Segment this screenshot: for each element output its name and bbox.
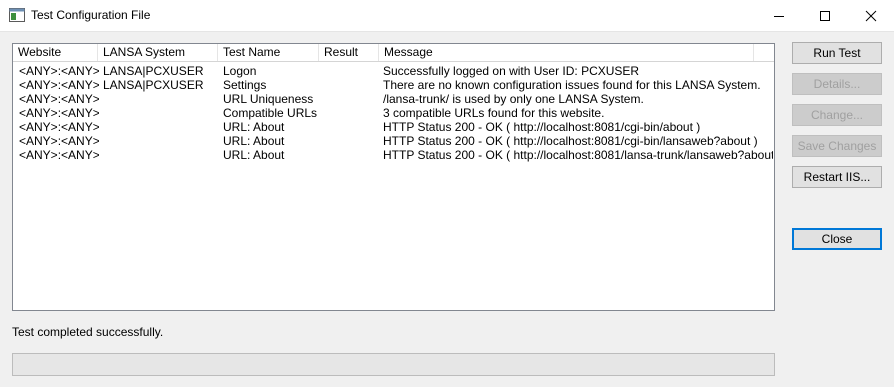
- save-changes-button[interactable]: Save Changes: [792, 135, 882, 157]
- cell-website: <ANY>:<ANY>: [19, 92, 99, 106]
- close-icon: [865, 10, 877, 22]
- cell-message: HTTP Status 200 - OK ( http://localhost:…: [383, 148, 773, 162]
- close-button[interactable]: Close: [792, 228, 882, 250]
- cell-test-name: URL: About: [223, 120, 285, 134]
- restart-iis-button[interactable]: Restart IIS...: [792, 166, 882, 188]
- cell-result: [324, 134, 379, 148]
- table-row[interactable]: <ANY>:<ANY> URL Uniqueness /lansa-trunk/…: [13, 92, 774, 106]
- table-row[interactable]: <ANY>:<ANY> URL: About HTTP Status 200 -…: [13, 120, 774, 134]
- table-row[interactable]: <ANY>:<ANY> LANSA|PCXUSER Logon Successf…: [13, 64, 774, 78]
- cell-message: 3 compatible URLs found for this website…: [383, 106, 605, 120]
- title-bar: Test Configuration File: [0, 0, 894, 32]
- minimize-button[interactable]: [756, 0, 802, 31]
- cell-message: /lansa-trunk/ is used by only one LANSA …: [383, 92, 644, 106]
- list-rows: <ANY>:<ANY> LANSA|PCXUSER Logon Successf…: [13, 64, 774, 162]
- cell-result: [324, 120, 379, 134]
- cell-lansa-system: [103, 148, 218, 162]
- cell-lansa-system: [103, 92, 218, 106]
- list-header: Website LANSA System Test Name Result Me…: [13, 44, 774, 62]
- close-window-button[interactable]: [848, 0, 894, 31]
- cell-lansa-system: [103, 134, 218, 148]
- cell-lansa-system: [103, 106, 218, 120]
- column-header-message[interactable]: Message: [379, 44, 754, 61]
- window-app-icon: [9, 8, 25, 22]
- cell-message: Successfully logged on with User ID: PCX…: [383, 64, 640, 78]
- cell-result: [324, 92, 379, 106]
- cell-result: [324, 64, 379, 78]
- minimize-icon: [773, 10, 785, 22]
- change-button[interactable]: Change...: [792, 104, 882, 126]
- cell-lansa-system: LANSA|PCXUSER: [103, 64, 204, 78]
- maximize-button[interactable]: [802, 0, 848, 31]
- maximize-icon: [819, 10, 831, 22]
- test-results-list[interactable]: Website LANSA System Test Name Result Me…: [12, 43, 775, 311]
- cell-lansa-system: [103, 120, 218, 134]
- cell-website: <ANY>:<ANY>: [19, 148, 99, 162]
- table-row[interactable]: <ANY>:<ANY> LANSA|PCXUSER Settings There…: [13, 78, 774, 92]
- cell-website: <ANY>:<ANY>: [19, 120, 99, 134]
- cell-website: <ANY>:<ANY>: [19, 106, 99, 120]
- window-title: Test Configuration File: [31, 8, 151, 22]
- cell-website: <ANY>:<ANY>: [19, 64, 99, 78]
- cell-result: [324, 78, 379, 92]
- cell-message: There are no known configuration issues …: [383, 78, 761, 92]
- cell-test-name: URL: About: [223, 134, 285, 148]
- cell-lansa-system: LANSA|PCXUSER: [103, 78, 204, 92]
- cell-test-name: Settings: [223, 78, 267, 92]
- cell-message: HTTP Status 200 - OK ( http://localhost:…: [383, 120, 701, 134]
- run-test-button[interactable]: Run Test: [792, 42, 882, 64]
- cell-test-name: URL Uniqueness: [223, 92, 314, 106]
- table-row[interactable]: <ANY>:<ANY> Compatible URLs 3 compatible…: [13, 106, 774, 120]
- cell-test-name: Logon: [223, 64, 257, 78]
- cell-website: <ANY>:<ANY>: [19, 134, 99, 148]
- column-header-website[interactable]: Website: [13, 44, 98, 61]
- cell-result: [324, 106, 379, 120]
- cell-website: <ANY>:<ANY>: [19, 78, 99, 92]
- progress-bar: [12, 353, 775, 376]
- column-header-result[interactable]: Result: [319, 44, 379, 61]
- column-header-lansa-system[interactable]: LANSA System: [98, 44, 218, 61]
- details-button[interactable]: Details...: [792, 73, 882, 95]
- table-row[interactable]: <ANY>:<ANY> URL: About HTTP Status 200 -…: [13, 148, 774, 162]
- cell-message: HTTP Status 200 - OK ( http://localhost:…: [383, 134, 758, 148]
- table-row[interactable]: <ANY>:<ANY> URL: About HTTP Status 200 -…: [13, 134, 774, 148]
- cell-test-name: Compatible URLs: [223, 106, 318, 120]
- column-header-test-name[interactable]: Test Name: [218, 44, 319, 61]
- cell-test-name: URL: About: [223, 148, 285, 162]
- cell-result: [324, 148, 379, 162]
- status-text: Test completed successfully.: [12, 325, 164, 339]
